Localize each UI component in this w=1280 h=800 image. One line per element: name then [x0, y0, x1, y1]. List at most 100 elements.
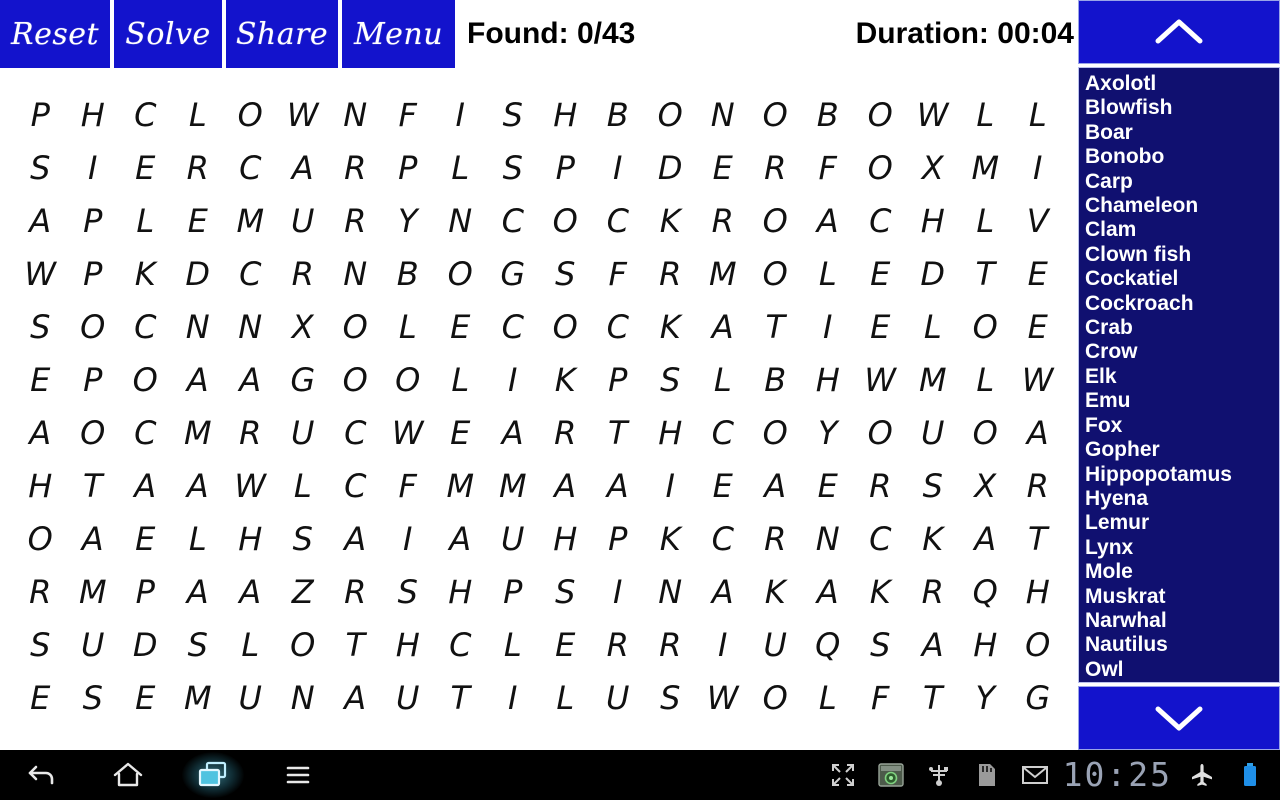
grid-cell[interactable]: M	[959, 141, 1012, 194]
grid-cell[interactable]: U	[382, 671, 435, 724]
grid-cell[interactable]: K	[644, 194, 697, 247]
grid-cell[interactable]: S	[854, 618, 907, 671]
grid-cell[interactable]: F	[382, 459, 435, 512]
grid-cell[interactable]: O	[854, 88, 907, 141]
grid-cell[interactable]: E	[119, 512, 172, 565]
grid-cell[interactable]: O	[1012, 618, 1065, 671]
grid-cell[interactable]: K	[539, 353, 592, 406]
grid-cell[interactable]: L	[382, 300, 435, 353]
grid-cell[interactable]: Q	[959, 565, 1012, 618]
grid-cell[interactable]: O	[959, 406, 1012, 459]
grid-cell[interactable]: P	[382, 141, 435, 194]
grid-cell[interactable]: A	[802, 194, 855, 247]
grid-cell[interactable]: A	[14, 406, 67, 459]
grid-cell[interactable]: O	[329, 353, 382, 406]
grid-cell[interactable]: O	[14, 512, 67, 565]
grid-cell[interactable]: P	[119, 565, 172, 618]
grid-cell[interactable]: N	[644, 565, 697, 618]
grid-cell[interactable]: C	[854, 194, 907, 247]
share-button[interactable]: Share	[226, 0, 338, 68]
grid-cell[interactable]: I	[802, 300, 855, 353]
word-list-item[interactable]: Clown fish	[1085, 243, 1279, 267]
back-button[interactable]	[0, 750, 85, 800]
grid-cell[interactable]: R	[1012, 459, 1065, 512]
grid-cell[interactable]: L	[224, 618, 277, 671]
grid-cell[interactable]: S	[14, 141, 67, 194]
grid-cell[interactable]: S	[907, 459, 960, 512]
grid-cell[interactable]: S	[539, 247, 592, 300]
grid-cell[interactable]: T	[592, 406, 645, 459]
grid-cell[interactable]: M	[907, 353, 960, 406]
grid-cell[interactable]: A	[539, 459, 592, 512]
grid-cell[interactable]: V	[1012, 194, 1065, 247]
grid-cell[interactable]: O	[434, 247, 487, 300]
grid-cell[interactable]: W	[277, 88, 330, 141]
word-list-item[interactable]: Chameleon	[1085, 194, 1279, 218]
grid-cell[interactable]: N	[697, 88, 750, 141]
grid-cell[interactable]: Q	[802, 618, 855, 671]
grid-cell[interactable]: T	[434, 671, 487, 724]
grid-cell[interactable]: I	[382, 512, 435, 565]
grid-cell[interactable]: I	[434, 88, 487, 141]
grid-cell[interactable]: R	[277, 247, 330, 300]
grid-cell[interactable]: E	[14, 353, 67, 406]
scroll-down-button[interactable]	[1078, 686, 1280, 750]
grid-cell[interactable]: K	[644, 300, 697, 353]
grid-cell[interactable]: H	[959, 618, 1012, 671]
word-list-item[interactable]: Hyena	[1085, 487, 1279, 511]
grid-cell[interactable]: F	[592, 247, 645, 300]
grid-cell[interactable]: E	[434, 406, 487, 459]
grid-cell[interactable]: E	[802, 459, 855, 512]
grid-cell[interactable]: W	[382, 406, 435, 459]
grid-cell[interactable]: R	[697, 194, 750, 247]
grid-cell[interactable]: X	[907, 141, 960, 194]
grid-cell[interactable]: I	[487, 671, 540, 724]
grid-cell[interactable]: C	[329, 406, 382, 459]
word-list-item[interactable]: Elk	[1085, 365, 1279, 389]
grid-cell[interactable]: A	[172, 353, 225, 406]
grid-cell[interactable]: R	[329, 565, 382, 618]
grid-cell[interactable]: S	[487, 88, 540, 141]
word-list-item[interactable]: Cockroach	[1085, 292, 1279, 316]
grid-cell[interactable]: O	[854, 406, 907, 459]
grid-cell[interactable]: L	[434, 141, 487, 194]
grid-cell[interactable]: M	[172, 671, 225, 724]
grid-cell[interactable]: L	[907, 300, 960, 353]
grid-cell[interactable]: N	[277, 671, 330, 724]
grid-cell[interactable]: U	[67, 618, 120, 671]
grid-cell[interactable]: N	[329, 88, 382, 141]
grid-cell[interactable]: I	[644, 459, 697, 512]
grid-cell[interactable]: C	[224, 141, 277, 194]
grid-cell[interactable]: C	[487, 194, 540, 247]
grid-cell[interactable]: T	[329, 618, 382, 671]
grid-cell[interactable]: P	[539, 141, 592, 194]
grid-cell[interactable]: A	[119, 459, 172, 512]
grid-cell[interactable]: R	[907, 565, 960, 618]
grid-cell[interactable]: O	[749, 671, 802, 724]
grid-cell[interactable]: R	[749, 141, 802, 194]
grid-cell[interactable]: H	[644, 406, 697, 459]
grid-cell[interactable]: O	[749, 406, 802, 459]
grid-cell[interactable]: X	[959, 459, 1012, 512]
grid-cell[interactable]: A	[434, 512, 487, 565]
grid-cell[interactable]: L	[959, 353, 1012, 406]
grid-cell[interactable]: H	[224, 512, 277, 565]
grid-cell[interactable]: L	[539, 671, 592, 724]
grid-cell[interactable]: U	[277, 406, 330, 459]
grid-cell[interactable]: F	[382, 88, 435, 141]
grid-cell[interactable]: K	[749, 565, 802, 618]
grid-cell[interactable]: H	[539, 88, 592, 141]
word-list-item[interactable]: Nautilus	[1085, 633, 1279, 657]
grid-cell[interactable]: R	[644, 618, 697, 671]
grid-cell[interactable]: S	[67, 671, 120, 724]
word-list-item[interactable]: Emu	[1085, 389, 1279, 413]
battery-icon[interactable]	[1226, 750, 1274, 800]
grid-cell[interactable]: H	[539, 512, 592, 565]
grid-cell[interactable]: G	[487, 247, 540, 300]
solve-button[interactable]: Solve	[114, 0, 222, 68]
word-list-item[interactable]: Hippopotamus	[1085, 463, 1279, 487]
grid-cell[interactable]: H	[67, 88, 120, 141]
grid-cell[interactable]: O	[749, 88, 802, 141]
grid-cell[interactable]: I	[487, 353, 540, 406]
word-list-item[interactable]: Carp	[1085, 170, 1279, 194]
